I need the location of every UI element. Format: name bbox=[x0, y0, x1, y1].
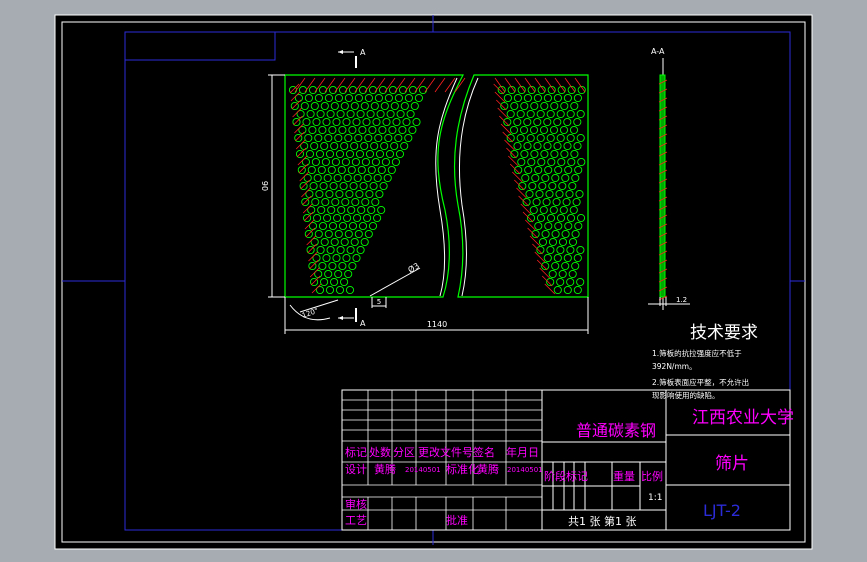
scale-header: 比例 bbox=[641, 469, 663, 483]
tech-req-line-4: 现影响使用的缺陷。 bbox=[652, 390, 720, 400]
approve-label: 批准 bbox=[446, 513, 468, 527]
design-date: 20140501 bbox=[405, 466, 441, 474]
header-count: 处数 bbox=[369, 446, 391, 459]
tech-req-line-1: 1.筛板的抗拉强度应不低于 bbox=[652, 348, 742, 358]
sheet-count: 共1 张 第1 张 bbox=[568, 514, 637, 528]
header-zone: 分区 bbox=[393, 446, 415, 459]
school-name: 江西农业大学 bbox=[692, 408, 794, 428]
standardization-date: 20140501 bbox=[507, 466, 543, 474]
material: 普通碳素钢 bbox=[576, 421, 656, 440]
pitch-dimension: 5 bbox=[377, 298, 381, 306]
section-mark-top: A bbox=[360, 48, 366, 57]
section-mark-bottom: A bbox=[360, 319, 366, 328]
designer-name: 黄腾 bbox=[374, 462, 396, 476]
design-label: 设计 bbox=[345, 463, 367, 476]
width-dimension: 1140 bbox=[427, 320, 447, 329]
standardization-label: 标准化 bbox=[446, 462, 479, 476]
header-change-doc: 更改文件号 bbox=[418, 445, 473, 459]
tech-req-title: 技术要求 bbox=[690, 323, 758, 343]
part-name: 筛片 bbox=[715, 454, 749, 474]
cad-drawing-canvas: 90 1140 Ø3 5 120° A A A-A 1.2 技术要求 1.筛板的… bbox=[54, 14, 813, 550]
review-label: 审核 bbox=[345, 497, 367, 511]
process-label: 工艺 bbox=[345, 514, 367, 527]
weight-header: 重量 bbox=[613, 469, 635, 483]
tech-req-line-2: 392N/mm。 bbox=[652, 362, 697, 371]
section-view-label: A-A bbox=[651, 47, 665, 56]
scale-value: 1:1 bbox=[648, 493, 662, 503]
header-signature: 签名 bbox=[473, 445, 495, 459]
thickness-dimension: 1.2 bbox=[676, 296, 687, 304]
header-mark: 标记 bbox=[345, 445, 367, 459]
stage-mark-header: 阶段标记 bbox=[544, 469, 588, 483]
drawing-number: LJT-2 bbox=[703, 501, 741, 520]
tech-req-line-3: 2.筛板表面应平整，不允许出 bbox=[652, 377, 749, 387]
height-dimension: 90 bbox=[260, 181, 269, 191]
header-date: 年月日 bbox=[506, 445, 539, 459]
standardization-name: 黄腾 bbox=[477, 462, 499, 476]
